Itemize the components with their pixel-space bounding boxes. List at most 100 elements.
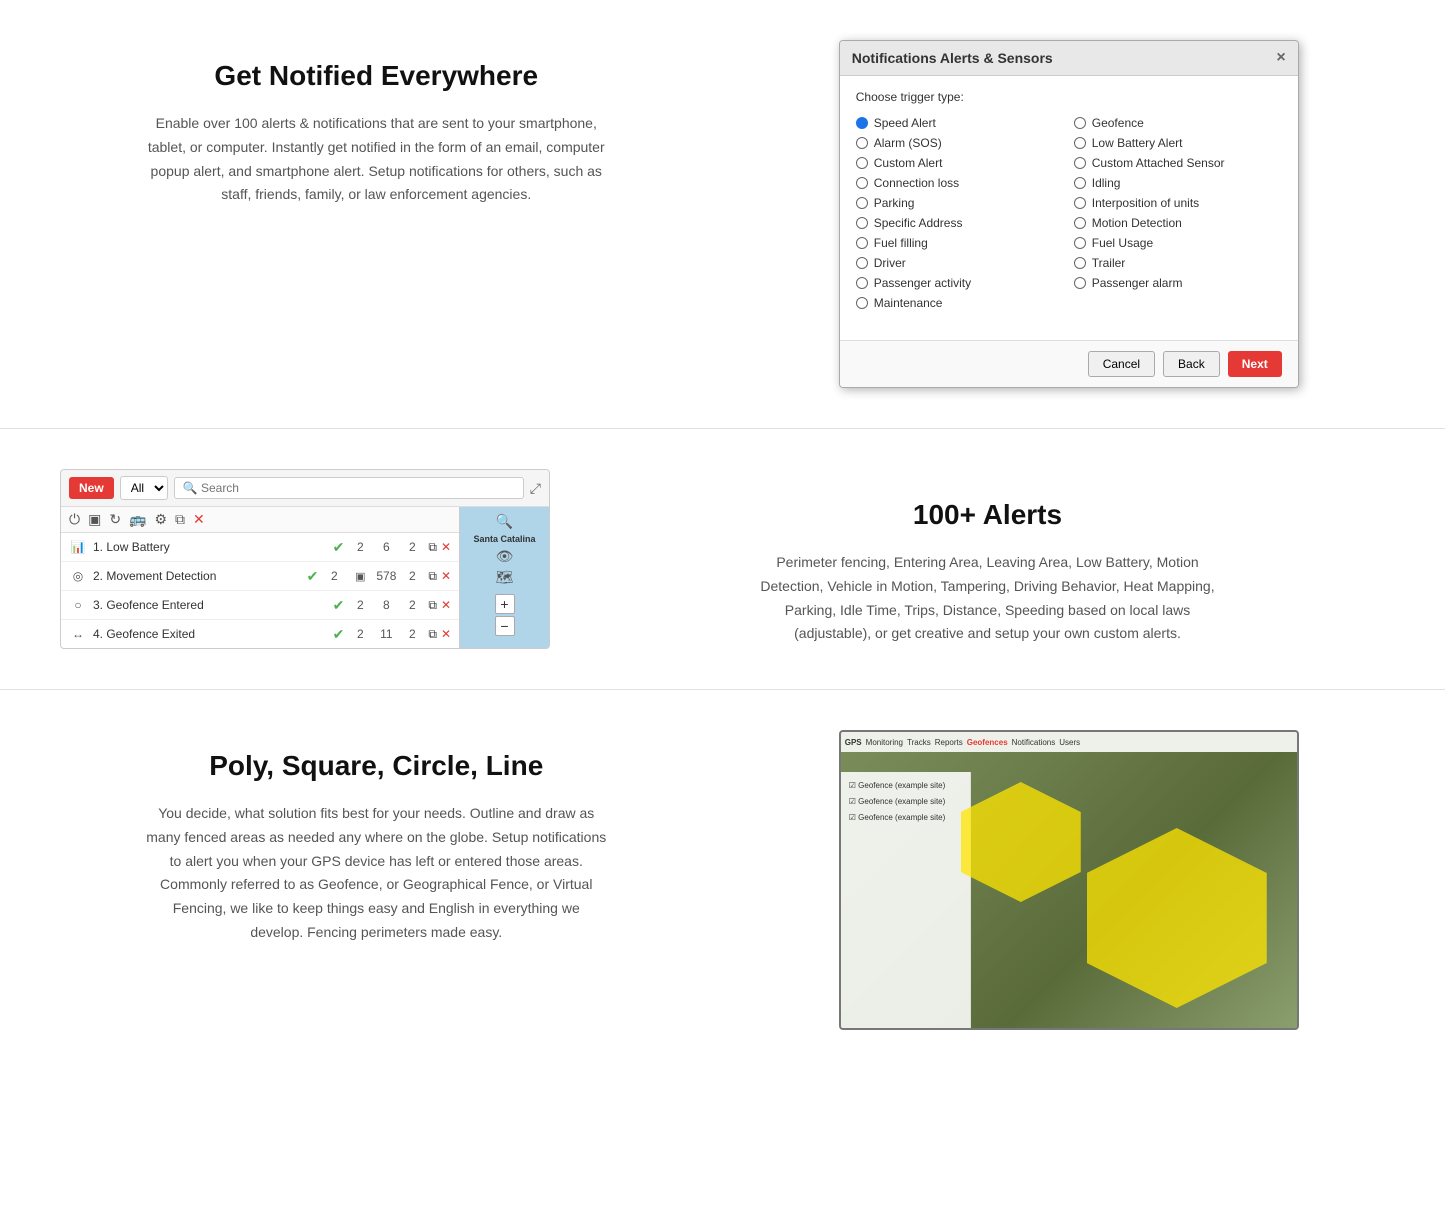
- alert-col2: 8: [376, 598, 396, 612]
- alert-copy-icon[interactable]: ⧉: [428, 569, 437, 584]
- alert-active-check: ✔: [333, 626, 345, 643]
- alerts-panel: New All ⤢ ⏻ ▣ ↻ 🚌 ⚙ ⧉ ✕: [60, 469, 550, 649]
- search-icon[interactable]: 🔍: [496, 513, 513, 530]
- radio-idling[interactable]: Idling: [1074, 176, 1282, 190]
- tool-icon[interactable]: ⚙: [154, 511, 167, 528]
- alert-delete-icon[interactable]: ✕: [441, 540, 451, 554]
- truck-icon[interactable]: 🚌: [129, 511, 146, 528]
- section3-image-block: GPS Monitoring Tracks Reports Geofences …: [753, 730, 1386, 1030]
- geo-sidebar: ☑ Geofence (example site) ☑ Geofence (ex…: [841, 772, 971, 1028]
- alert-copy-icon[interactable]: ⧉: [428, 598, 437, 613]
- filter-select[interactable]: All: [120, 476, 168, 500]
- power-icon[interactable]: ⏻: [69, 511, 80, 528]
- alert-copy-icon[interactable]: ⧉: [428, 627, 437, 642]
- delete-icon[interactable]: ✕: [193, 511, 205, 528]
- new-button[interactable]: New: [69, 477, 114, 499]
- alert-active-check: ✔: [333, 597, 345, 614]
- radio-trailer[interactable]: Trailer: [1074, 256, 1282, 270]
- section3-title: Poly, Square, Circle, Line: [60, 750, 693, 782]
- section2-title: 100+ Alerts: [590, 499, 1385, 531]
- radio-geofence[interactable]: Geofence: [1074, 116, 1282, 130]
- alert-col1: 2: [350, 598, 370, 612]
- alert-delete-icon[interactable]: ✕: [441, 598, 451, 612]
- dialog-titlebar: Notifications Alerts & Sensors ×: [840, 41, 1298, 76]
- alert-copy-icon[interactable]: ⧉: [428, 540, 437, 555]
- list-item: ☑ Geofence (example site): [847, 810, 964, 826]
- radio-passenger-alarm[interactable]: Passenger alarm: [1074, 276, 1282, 290]
- radio-circle: [856, 257, 868, 269]
- radio-custom-attached-sensor[interactable]: Custom Attached Sensor: [1074, 156, 1282, 170]
- radio-fuel-usage[interactable]: Fuel Usage: [1074, 236, 1282, 250]
- radio-passenger-activity[interactable]: Passenger activity: [856, 276, 1064, 290]
- expand-icon[interactable]: ⤢: [530, 480, 541, 497]
- toolbar-notifications: Notifications: [1012, 738, 1056, 747]
- search-input[interactable]: [174, 477, 524, 499]
- alert-col2: ▣: [350, 570, 370, 583]
- alert-type-icon: 📊: [69, 538, 87, 556]
- dialog-options-grid: Speed Alert Geofence Alarm (SOS) Low Bat…: [856, 116, 1282, 310]
- alert-active-check: ✔: [307, 568, 319, 585]
- radio-connection-loss[interactable]: Connection loss: [856, 176, 1064, 190]
- radio-circle: [1074, 177, 1086, 189]
- alert-actions: ⧉ ✕: [428, 598, 451, 613]
- radio-circle: [1074, 217, 1086, 229]
- section2-text-block: 100+ Alerts Perimeter fencing, Entering …: [590, 469, 1385, 646]
- close-icon[interactable]: ×: [1276, 49, 1285, 67]
- zoom-out-button[interactable]: −: [495, 616, 515, 636]
- radio-custom-alert[interactable]: Custom Alert: [856, 156, 1064, 170]
- radio-driver[interactable]: Driver: [856, 256, 1064, 270]
- section-notifications: Get Notified Everywhere Enable over 100 …: [0, 0, 1445, 429]
- toolbar-users: Users: [1059, 738, 1080, 747]
- list-item: ☑ Geofence (example site): [847, 794, 964, 810]
- zoom-in-button[interactable]: +: [495, 594, 515, 614]
- geo-map-toolbar: GPS Monitoring Tracks Reports Geofences …: [841, 732, 1297, 752]
- radio-specific-address[interactable]: Specific Address: [856, 216, 1064, 230]
- radio-low-battery-alert[interactable]: Low Battery Alert: [1074, 136, 1282, 150]
- radio-fuel-filling[interactable]: Fuel filling: [856, 236, 1064, 250]
- alert-delete-icon[interactable]: ✕: [441, 569, 451, 583]
- back-button[interactable]: Back: [1163, 351, 1220, 377]
- list-item: ☑ Geofence (example site): [847, 778, 964, 794]
- next-button[interactable]: Next: [1228, 351, 1282, 377]
- cancel-button[interactable]: Cancel: [1088, 351, 1155, 377]
- geofence-shape-2: [1087, 828, 1267, 1008]
- radio-circle: [1074, 137, 1086, 149]
- radio-motion-detection[interactable]: Motion Detection: [1074, 216, 1282, 230]
- alert-name: 3. Geofence Entered: [93, 598, 327, 612]
- refresh-icon[interactable]: ↻: [109, 511, 121, 528]
- radio-maintenance[interactable]: Maintenance: [856, 296, 1064, 310]
- alerts-list: ⏻ ▣ ↻ 🚌 ⚙ ⧉ ✕ 📊 1. Low Battery ✔ 2: [61, 507, 459, 648]
- radio-speed-alert[interactable]: Speed Alert: [856, 116, 1064, 130]
- section1-title: Get Notified Everywhere: [60, 60, 693, 92]
- radio-interposition[interactable]: Interposition of units: [1074, 196, 1282, 210]
- alert-row: ◎ 2. Movement Detection ✔ 2 ▣ 578 2 ⧉ ✕: [61, 562, 459, 591]
- gps-label: GPS: [845, 738, 862, 747]
- alert-actions: ⧉ ✕: [428, 540, 451, 555]
- radio-parking[interactable]: Parking: [856, 196, 1064, 210]
- radio-alarm-sos[interactable]: Alarm (SOS): [856, 136, 1064, 150]
- toolbar-monitoring: Monitoring: [866, 738, 903, 747]
- radio-circle: [1074, 117, 1086, 129]
- eye-icon[interactable]: 👁: [496, 548, 514, 565]
- alerts-action-icons-row: ⏻ ▣ ↻ 🚌 ⚙ ⧉ ✕: [61, 507, 459, 533]
- geo-map: GPS Monitoring Tracks Reports Geofences …: [839, 730, 1299, 1030]
- alert-delete-icon[interactable]: ✕: [441, 627, 451, 641]
- radio-circle: [856, 157, 868, 169]
- section-geofence: Poly, Square, Circle, Line You decide, w…: [0, 690, 1445, 1070]
- alert-actions: ⧉ ✕: [428, 569, 451, 584]
- map-location-label: Santa Catalina: [473, 534, 535, 544]
- dialog-body: Choose trigger type: Speed Alert Geofenc…: [840, 76, 1298, 340]
- radio-circle: [856, 277, 868, 289]
- section1-image-block: Notifications Alerts & Sensors × Choose …: [753, 40, 1386, 388]
- radio-circle: [856, 197, 868, 209]
- copy-icon[interactable]: ⧉: [175, 511, 185, 528]
- display-icon[interactable]: ▣: [88, 511, 101, 528]
- dialog-subtitle: Choose trigger type:: [856, 90, 1282, 104]
- alert-type-icon: ○: [69, 596, 87, 614]
- section1-description: Enable over 100 alerts & notifications t…: [146, 112, 606, 207]
- alert-col3: 2: [402, 627, 422, 641]
- alerts-with-map: ⏻ ▣ ↻ 🚌 ⚙ ⧉ ✕ 📊 1. Low Battery ✔ 2: [61, 507, 549, 648]
- radio-circle: [1074, 197, 1086, 209]
- alert-col3: 2: [402, 540, 422, 554]
- layers-icon[interactable]: 🗺: [496, 569, 514, 586]
